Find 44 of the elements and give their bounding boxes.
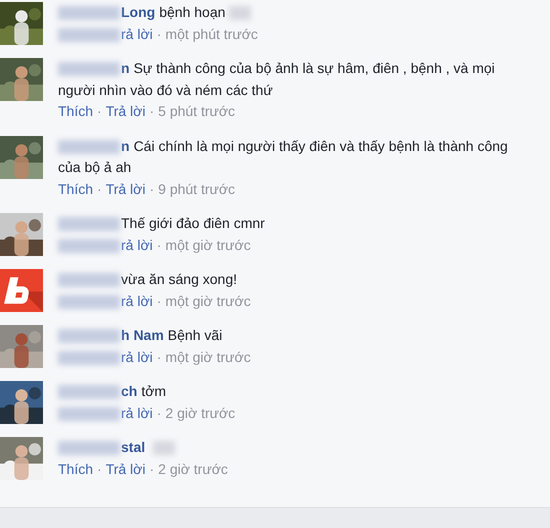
comment-text: ch tởm xyxy=(58,381,520,402)
separator-dot: · xyxy=(97,460,102,476)
separator-dot: · xyxy=(156,292,162,308)
timestamp[interactable]: một phút trước xyxy=(165,26,258,42)
comment-text: vừa ăn sáng xong! xyxy=(58,269,520,290)
commenter-name[interactable]: n xyxy=(121,138,130,154)
reply-link[interactable]: rả lời xyxy=(121,236,153,252)
separator-dot: · xyxy=(149,103,154,119)
separator-dot: · xyxy=(156,348,162,364)
separator-dot: · xyxy=(156,404,162,420)
logo-icon[interactable] xyxy=(0,269,43,312)
reply-link[interactable]: rả lời xyxy=(121,292,153,308)
like-link[interactable]: Thích xyxy=(58,103,94,119)
commenter-name[interactable]: Long xyxy=(121,4,156,20)
separator-dot: · xyxy=(156,26,162,42)
timestamp[interactable]: một giờ trước xyxy=(165,348,251,364)
like-link[interactable]: Thích xyxy=(58,460,94,476)
like-link[interactable]: Thích xyxy=(58,180,94,196)
separator-dot: · xyxy=(97,180,102,196)
separator-dot: · xyxy=(149,180,154,196)
reply-link[interactable]: rả lời xyxy=(121,404,153,420)
timestamp[interactable]: một giờ trước xyxy=(165,236,251,252)
reply-link[interactable]: Trả lời xyxy=(106,103,146,119)
comment-text: Long bệnh hoạn xyxy=(58,2,520,24)
comment-text: h Nam Bệnh vãi xyxy=(58,325,520,346)
reply-link[interactable]: rả lời xyxy=(121,26,153,42)
timestamp[interactable]: một giờ trước xyxy=(165,292,251,308)
reply-link[interactable]: Trả lời xyxy=(106,460,146,476)
timestamp[interactable]: 2 giờ trước xyxy=(165,404,236,420)
commenter-name[interactable]: h Nam xyxy=(121,327,164,343)
separator-dot: · xyxy=(97,103,102,119)
commenter-name[interactable]: stal xyxy=(121,439,146,455)
comment-text: Thế giới đảo điên cmnr xyxy=(58,213,520,234)
timestamp[interactable]: 5 phút trước xyxy=(158,103,236,119)
reply-link[interactable]: rả lời xyxy=(121,348,153,364)
comment-text: n Cái chính là mọi người thấy điên và thấy bệnh là thành công của bộ ả ah xyxy=(58,136,509,177)
reply-link[interactable]: Trả lời xyxy=(106,180,146,196)
timestamp[interactable]: 2 giờ trước xyxy=(158,460,228,476)
timestamp[interactable]: 9 phút trước xyxy=(158,180,236,196)
comment-text: n Sự thành công của bộ ảnh là sự hâm, điên , bệnh , và mọi người nhìn vào đó và ném các thứ xyxy=(58,59,496,100)
separator-dot: · xyxy=(149,460,154,476)
commenter-name[interactable]: ch xyxy=(121,383,138,399)
separator-dot: · xyxy=(156,236,162,252)
commenter-name[interactable]: n xyxy=(121,60,130,76)
